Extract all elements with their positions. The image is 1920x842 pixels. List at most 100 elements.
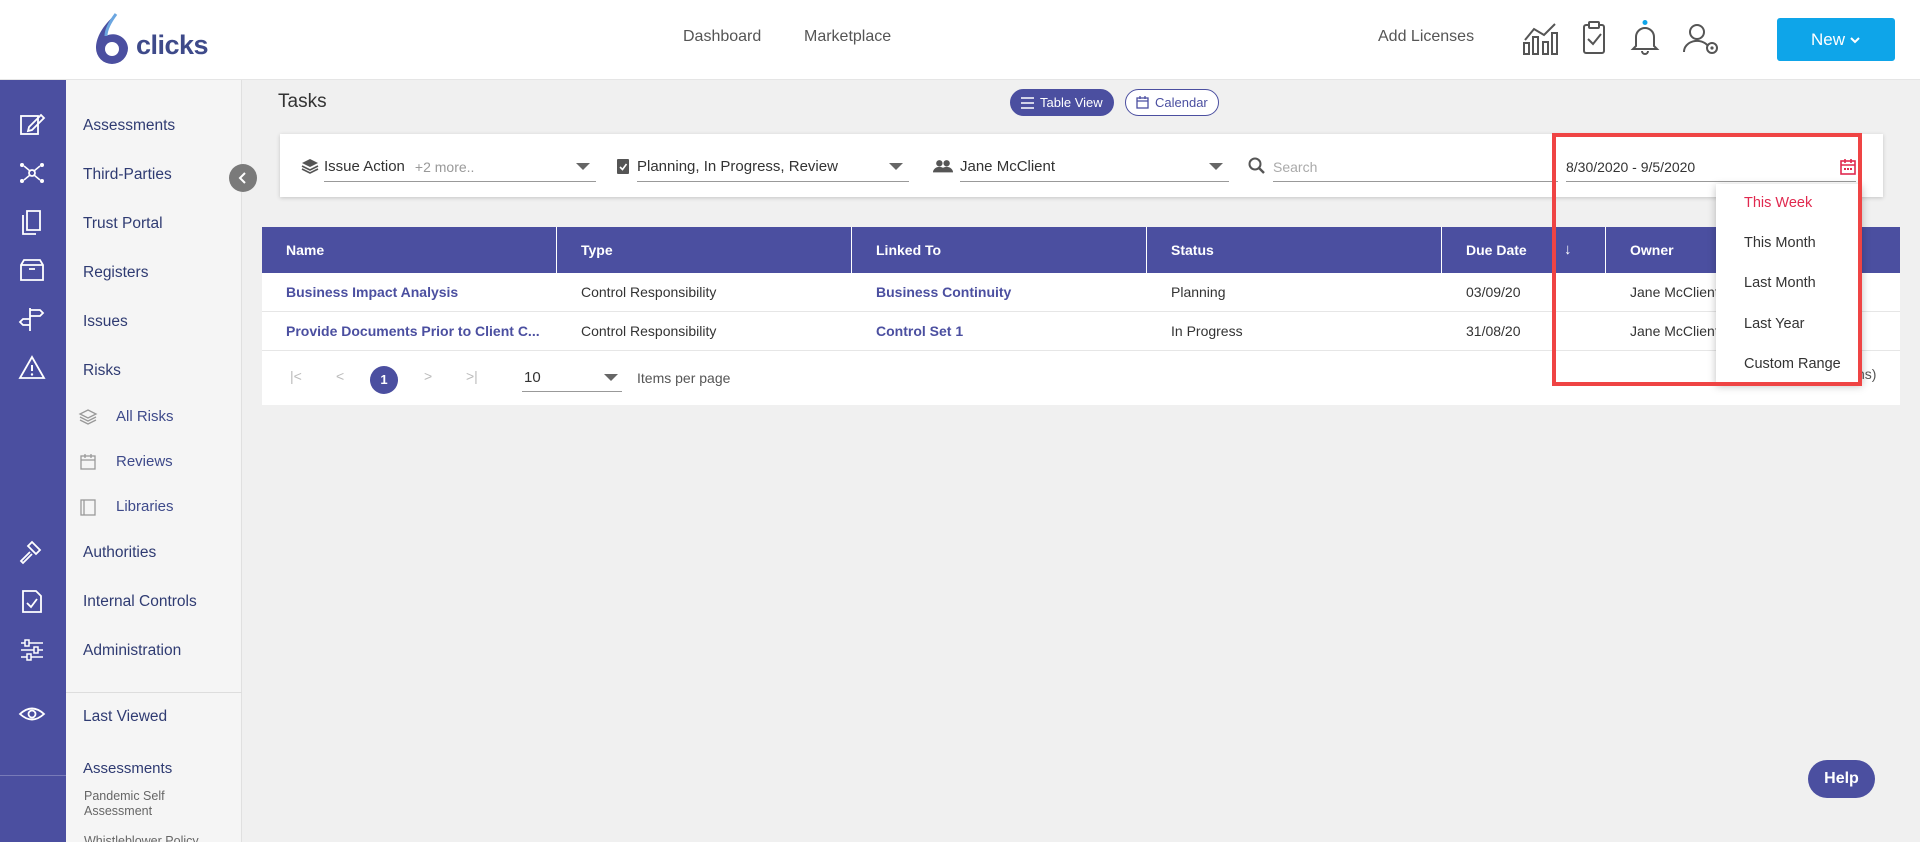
checklist-icon[interactable]: [18, 587, 46, 615]
sliders-icon[interactable]: [18, 636, 46, 664]
task-name-link[interactable]: Provide Documents Prior to Client C...: [262, 312, 557, 351]
task-status: Planning: [1171, 284, 1226, 300]
sort-desc-icon[interactable]: ↓: [1564, 227, 1572, 273]
status-filter-value: Planning, In Progress, Review: [637, 158, 838, 175]
calendar-icon: [1136, 96, 1149, 109]
table-row[interactable]: Provide Documents Prior to Client C... C…: [262, 312, 1900, 351]
clipboard-check-icon: [617, 159, 629, 174]
layers-icon: [78, 409, 98, 425]
add-licenses-link[interactable]: Add Licenses: [1378, 28, 1474, 46]
notification-dot: [1642, 20, 1648, 25]
sidebar-divider: [66, 692, 242, 693]
company-logo[interactable]: clicks: [92, 12, 212, 68]
items-per-page-value: 10: [524, 369, 541, 386]
nav-marketplace[interactable]: Marketplace: [804, 28, 891, 46]
bell-icon[interactable]: [1625, 20, 1665, 56]
task-status: In Progress: [1171, 323, 1243, 339]
layers-icon: [301, 159, 319, 174]
sidebar-item-last-viewed[interactable]: Last Viewed: [83, 708, 167, 726]
warning-icon[interactable]: [18, 354, 46, 382]
date-range-value: 8/30/2020 - 9/5/2020: [1566, 158, 1696, 175]
status-filter-select[interactable]: Planning, In Progress, Review: [637, 152, 909, 182]
signpost-icon[interactable]: [18, 305, 46, 333]
recent-item[interactable]: Whistleblower Policy: [84, 834, 224, 842]
search-icon: [1248, 157, 1265, 174]
analytics-chart-icon[interactable]: [1520, 20, 1560, 56]
column-header-linked-to[interactable]: Linked To: [852, 227, 1147, 273]
column-header-name[interactable]: Name: [262, 227, 557, 273]
sidebar-item-internal-controls[interactable]: Internal Controls: [83, 593, 197, 611]
type-filter-value: Issue Action: [324, 158, 405, 175]
items-per-page-select[interactable]: 10: [522, 364, 622, 392]
linked-to-link[interactable]: Business Continuity: [852, 273, 1147, 312]
tasks-table: Name Type Linked To Status Due Date ↓ Ow…: [262, 227, 1900, 405]
new-button-label: New: [1810, 29, 1845, 49]
top-header: clicks Dashboard Marketplace Add License…: [0, 0, 1920, 80]
help-button[interactable]: Help: [1808, 760, 1875, 798]
sidebar-item-issues[interactable]: Issues: [83, 313, 128, 331]
last-page-button[interactable]: >|: [466, 368, 478, 384]
search-input[interactable]: Search: [1273, 152, 1558, 182]
collapse-sidebar-button[interactable]: [229, 164, 257, 192]
sidebar-item-trust-portal[interactable]: Trust Portal: [83, 215, 163, 233]
date-option-this-week[interactable]: This Week: [1744, 195, 1812, 211]
date-option-last-year[interactable]: Last Year: [1744, 316, 1804, 332]
prev-page-button[interactable]: <: [336, 368, 344, 384]
new-button[interactable]: New: [1777, 18, 1895, 61]
book-icon: [80, 499, 96, 516]
list-icon: [1021, 96, 1034, 109]
linked-to-link[interactable]: Control Set 1: [852, 312, 1147, 351]
calendar-icon[interactable]: [1840, 159, 1856, 175]
first-page-button[interactable]: |<: [290, 368, 302, 384]
calendar-view-label: Calendar: [1155, 95, 1208, 110]
nav-dashboard[interactable]: Dashboard: [683, 28, 761, 46]
date-range-input[interactable]: 8/30/2020 - 9/5/2020: [1566, 152, 1856, 182]
edit-icon[interactable]: [18, 110, 46, 138]
users-icon: [933, 160, 953, 173]
date-option-this-month[interactable]: This Month: [1744, 235, 1816, 251]
date-option-custom-range[interactable]: Custom Range: [1744, 356, 1841, 372]
sidebar-subitem-libraries[interactable]: Libraries: [116, 498, 174, 515]
task-name-link[interactable]: Business Impact Analysis: [262, 273, 557, 312]
page-title: Tasks: [278, 91, 327, 112]
calendar-view-toggle[interactable]: Calendar: [1125, 89, 1219, 116]
calendar-review-icon: [80, 454, 96, 470]
icon-rail: [0, 80, 66, 842]
box-icon[interactable]: [18, 256, 46, 284]
documents-icon[interactable]: [18, 208, 46, 236]
sidebar-item-administration[interactable]: Administration: [83, 642, 181, 660]
type-filter-select[interactable]: Issue Action +2 more..: [324, 152, 596, 182]
table-row[interactable]: Business Impact Analysis Control Respons…: [262, 273, 1900, 312]
logo-text: clicks: [136, 30, 209, 60]
task-type: Control Responsibility: [581, 284, 717, 300]
pagination: |< < 1 > >| 10 Items per page ns): [262, 351, 1900, 405]
sidebar-item-assessments[interactable]: Assessments: [83, 117, 175, 135]
date-option-last-month[interactable]: Last Month: [1744, 275, 1816, 291]
sidebar-item-risks[interactable]: Risks: [83, 362, 121, 380]
column-header-type[interactable]: Type: [557, 227, 852, 273]
task-due-date: 31/08/20: [1466, 323, 1521, 339]
next-page-button[interactable]: >: [424, 368, 432, 384]
recent-item[interactable]: Pandemic Self Assessment: [84, 789, 224, 819]
chevron-left-icon: [238, 172, 246, 184]
column-header-due-date[interactable]: Due Date ↓: [1442, 227, 1606, 273]
sidebar-item-third-parties[interactable]: Third-Parties: [83, 166, 172, 184]
sidebar-subitem-reviews[interactable]: Reviews: [116, 453, 173, 470]
date-range-dropdown: This Week This Month Last Month Last Yea…: [1716, 184, 1862, 384]
sidebar-subitem-all-risks[interactable]: All Risks: [116, 408, 174, 425]
table-view-toggle[interactable]: Table View: [1010, 89, 1114, 116]
clipboard-check-icon[interactable]: [1574, 20, 1614, 56]
eye-icon[interactable]: [18, 700, 46, 728]
sidebar-item-authorities[interactable]: Authorities: [83, 544, 156, 562]
chevron-down-icon: [1850, 36, 1860, 43]
owner-filter-select[interactable]: Jane McClient: [960, 152, 1229, 182]
rail-divider: [0, 775, 66, 776]
sidebar-item-registers[interactable]: Registers: [83, 264, 148, 282]
type-filter-more: +2 more..: [414, 158, 475, 175]
task-due-date: 03/09/20: [1466, 284, 1521, 300]
current-page[interactable]: 1: [370, 366, 398, 394]
gavel-icon[interactable]: [18, 538, 46, 566]
network-icon[interactable]: [18, 159, 46, 187]
column-header-status[interactable]: Status: [1147, 227, 1442, 273]
user-settings-icon[interactable]: [1682, 20, 1722, 56]
